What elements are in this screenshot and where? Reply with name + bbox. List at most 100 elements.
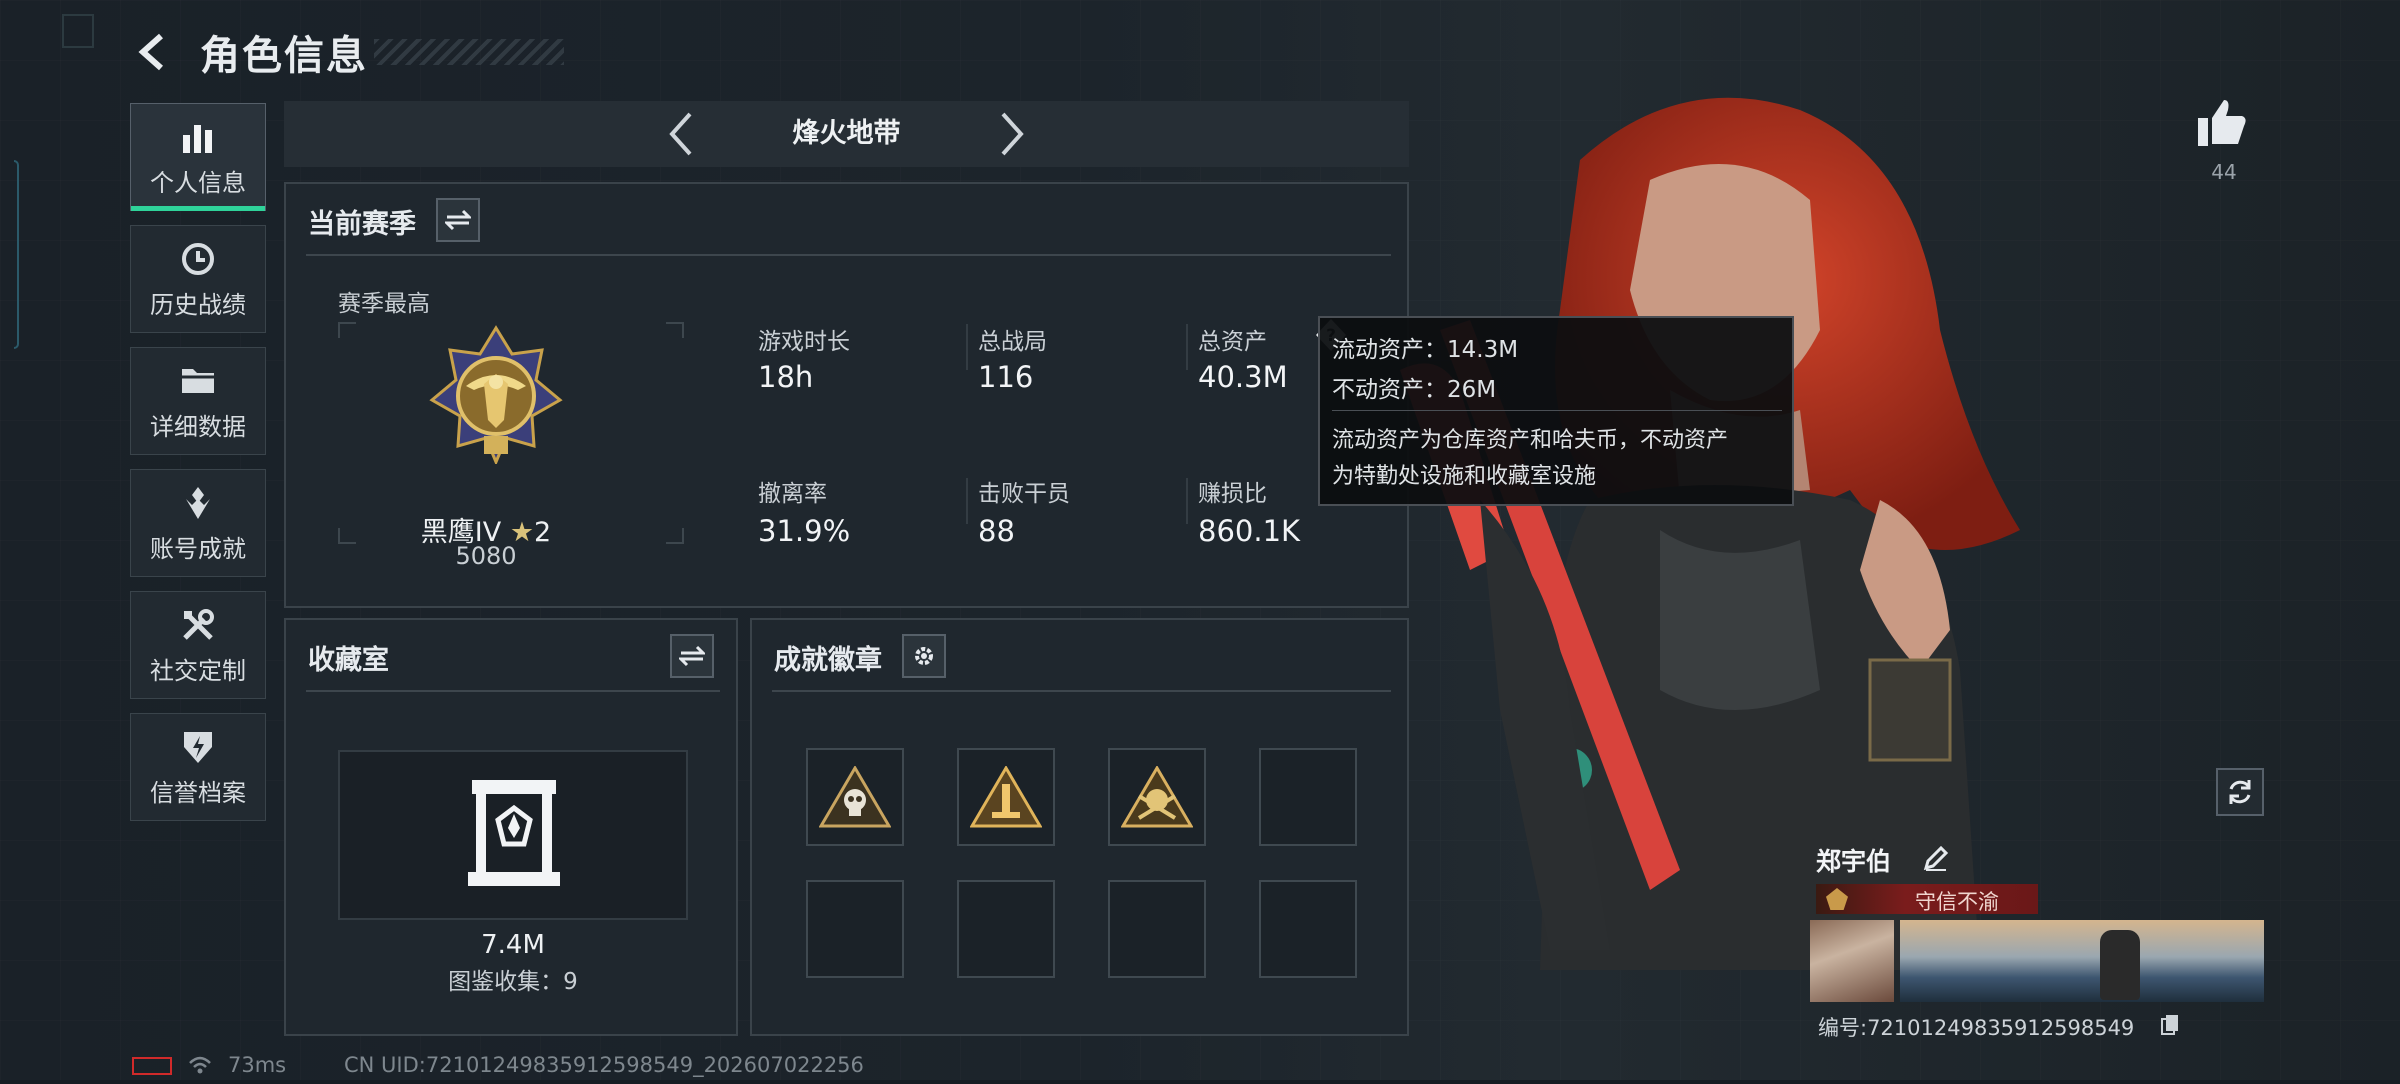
collection-title: 收藏室 xyxy=(308,645,389,676)
pencil-icon xyxy=(1923,845,1949,871)
back-arrow-icon xyxy=(138,33,163,71)
stat-separator xyxy=(966,478,968,524)
badge-slot-8[interactable] xyxy=(1259,880,1357,978)
side-nav: 个人信息 历史战绩 详细数据 账号成就 社交定制 信誉档案 xyxy=(130,103,266,835)
asset-tooltip: 流动资产：14.3M 不动资产：26M 流动资产为仓库资产和哈夫币，不动资产 为… xyxy=(1318,316,1794,506)
stat-label-total-matches: 总战局 xyxy=(978,329,1047,355)
motto-text: 守信不渝 xyxy=(1915,890,1999,914)
edit-name-button[interactable] xyxy=(1922,844,1952,874)
like-count: 44 xyxy=(2211,160,2237,184)
nav-item-achievements[interactable]: 账号成就 xyxy=(130,469,266,577)
nav-item-social-custom[interactable]: 社交定制 xyxy=(130,591,266,699)
skull-triangle-badge-icon xyxy=(1121,766,1193,828)
nav-label: 社交定制 xyxy=(150,656,246,685)
header: 角色信息 xyxy=(130,22,564,82)
switch-icon xyxy=(679,645,705,667)
tooltip-liquid-assets: 流动资产：14.3M xyxy=(1332,337,1519,363)
back-button[interactable] xyxy=(130,27,180,77)
badge-slot-3[interactable] xyxy=(1108,748,1206,846)
title-decoration xyxy=(374,39,564,65)
motto-banner: 守信不渝 xyxy=(1816,884,2038,914)
badges-title: 成就徽章 xyxy=(774,645,882,676)
bar-chart-icon xyxy=(181,117,215,157)
badges-panel: 成就徽章 xyxy=(750,618,1409,1036)
stat-value-total-assets: 40.3M xyxy=(1198,360,1288,394)
badges-divider xyxy=(772,690,1391,692)
folder-icon xyxy=(179,361,217,401)
switch-icon xyxy=(445,209,471,231)
tooltip-fixed-assets: 不动资产：26M xyxy=(1332,377,1497,403)
rank-emblem-icon xyxy=(426,324,566,468)
trophy-icon xyxy=(180,483,216,523)
rotate-button[interactable] xyxy=(2216,768,2264,816)
nav-item-history[interactable]: 历史战绩 xyxy=(130,225,266,333)
tower-badge-icon xyxy=(970,766,1042,828)
badge-slot-6[interactable] xyxy=(957,880,1055,978)
badge-slot-4[interactable] xyxy=(1259,748,1357,846)
season-panel: 当前赛季 赛季最高 黑鹰IV ★2 5080 游戏时长 18h 总战局 116 … xyxy=(284,182,1409,608)
collection-value: 7.4M xyxy=(481,930,545,960)
badge-slot-7[interactable] xyxy=(1108,880,1206,978)
avatar-thumbnail[interactable] xyxy=(1810,920,1894,1002)
nav-label: 历史战绩 xyxy=(150,290,246,319)
frame-corner xyxy=(666,322,684,338)
refresh-icon xyxy=(2229,780,2251,804)
badge-slot-5[interactable] xyxy=(806,880,904,978)
stat-label-kills: 击败干员 xyxy=(978,481,1070,507)
collection-divider xyxy=(306,690,720,692)
tooltip-desc-1: 流动资产为仓库资产和哈夫币，不动资产 xyxy=(1332,428,1729,453)
corner-marker xyxy=(62,14,94,48)
player-name: 郑宇伯 xyxy=(1816,847,1892,876)
copy-icon xyxy=(2161,1015,2178,1035)
stat-label-profit-ratio: 赚损比 xyxy=(1198,481,1267,507)
stat-value-profit-ratio: 860.1K xyxy=(1198,514,1301,548)
stat-value-extract-rate: 31.9% xyxy=(758,514,851,548)
nav-label: 个人信息 xyxy=(150,168,246,197)
skull-badge-icon xyxy=(819,766,891,828)
client-uid-text: CN UID:72101249835912598549_202607022256 xyxy=(344,1053,864,1077)
stat-separator xyxy=(1186,324,1188,370)
stat-separator xyxy=(1186,478,1188,524)
profile-banner-image[interactable] xyxy=(1900,920,2264,1002)
nav-item-personal-info[interactable]: 个人信息 xyxy=(130,103,266,211)
banner-figure xyxy=(2100,930,2140,1000)
season-switch-button[interactable] xyxy=(436,198,480,242)
player-uid: 编号:72101249835912598549 xyxy=(1818,1016,2135,1040)
badge-slot-2[interactable] xyxy=(957,748,1055,846)
mode-selector: 烽火地带 xyxy=(284,101,1409,167)
collection-count: 图鉴收集：9 xyxy=(448,969,578,995)
nav-item-credit-record[interactable]: 信誉档案 xyxy=(130,713,266,821)
tools-icon xyxy=(180,605,216,645)
collection-switch-button[interactable] xyxy=(670,634,714,678)
wifi-icon xyxy=(188,1055,212,1079)
stat-label-extract-rate: 撤离率 xyxy=(758,481,827,507)
nav-label: 信誉档案 xyxy=(150,778,246,807)
ping-text: 73ms xyxy=(228,1053,287,1077)
copy-uid-button[interactable] xyxy=(2160,1013,2180,1035)
season-best-label: 赛季最高 xyxy=(338,291,430,317)
next-mode-button[interactable] xyxy=(987,109,1037,159)
tooltip-divider xyxy=(1332,410,1782,411)
badge-slot-1[interactable] xyxy=(806,748,904,846)
tooltip-desc-2: 为特勤处设施和收藏室设施 xyxy=(1332,464,1597,489)
vault-icon xyxy=(466,778,562,892)
thumbs-up-icon xyxy=(2198,100,2246,146)
shield-icon xyxy=(181,727,215,767)
collection-panel: 收藏室 7.4M 图鉴收集：9 xyxy=(284,618,738,1036)
like-button[interactable] xyxy=(2196,98,2252,154)
stat-value-kills: 88 xyxy=(978,514,1015,548)
battery-icon xyxy=(132,1057,172,1075)
nav-label: 账号成就 xyxy=(150,534,246,563)
clock-icon xyxy=(180,239,216,279)
season-divider xyxy=(306,254,1391,256)
frame-corner xyxy=(338,322,356,338)
chevron-right-icon xyxy=(1001,112,1024,156)
page-title: 角色信息 xyxy=(200,33,368,79)
stat-label-total-assets: 总资产 xyxy=(1198,329,1267,355)
stat-value-total-matches: 116 xyxy=(978,360,1034,394)
rank-score: 5080 xyxy=(455,542,517,570)
gear-icon xyxy=(915,647,933,665)
badges-settings-button[interactable] xyxy=(902,634,946,678)
nav-item-detailed-data[interactable]: 详细数据 xyxy=(130,347,266,455)
left-edge-handle[interactable] xyxy=(14,160,19,349)
